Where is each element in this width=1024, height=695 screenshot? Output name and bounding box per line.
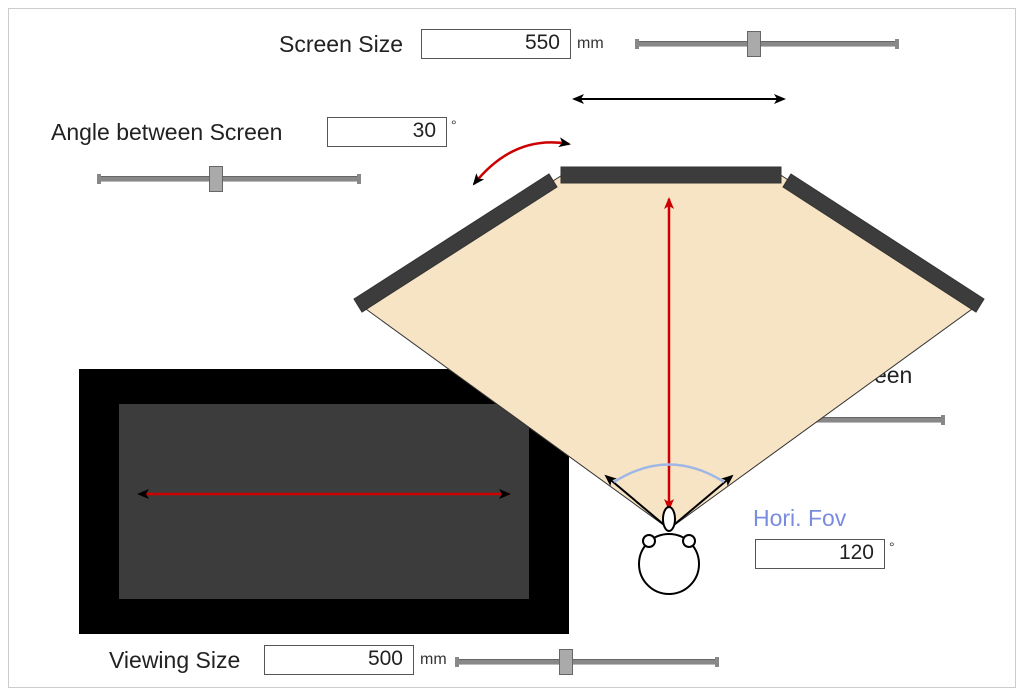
fov-input[interactable]: 120 — [755, 539, 885, 569]
viewing-size-input[interactable]: 500 — [264, 645, 414, 675]
screen-size-slider[interactable] — [637, 31, 897, 57]
monitor-preview — [79, 369, 569, 634]
distance-input[interactable]: 700 — [696, 322, 826, 352]
distance-unit: mm — [834, 328, 861, 346]
diagram-canvas: Screen Size 550 mm Angle between Screen … — [8, 8, 1016, 688]
viewing-size-unit: mm — [420, 651, 447, 669]
fov-label: Hori. Fov — [753, 505, 846, 532]
distance-slider[interactable] — [683, 407, 943, 433]
monitor-preview-inner — [119, 404, 529, 599]
angle-unit: ° — [451, 117, 457, 133]
angle-label: Angle between Screen — [51, 119, 282, 146]
angle-slider[interactable] — [99, 166, 359, 192]
viewing-size-slider[interactable] — [457, 649, 717, 675]
viewing-size-label: Viewing Size — [109, 647, 240, 674]
screen-size-input[interactable]: 550 — [421, 29, 571, 59]
distance-label: Distance Eye to Screen — [672, 362, 912, 389]
angle-input[interactable]: 30 — [327, 117, 447, 147]
screen-size-unit: mm — [577, 35, 604, 53]
screen-size-label: Screen Size — [279, 31, 403, 58]
fov-unit: ° — [889, 539, 895, 555]
